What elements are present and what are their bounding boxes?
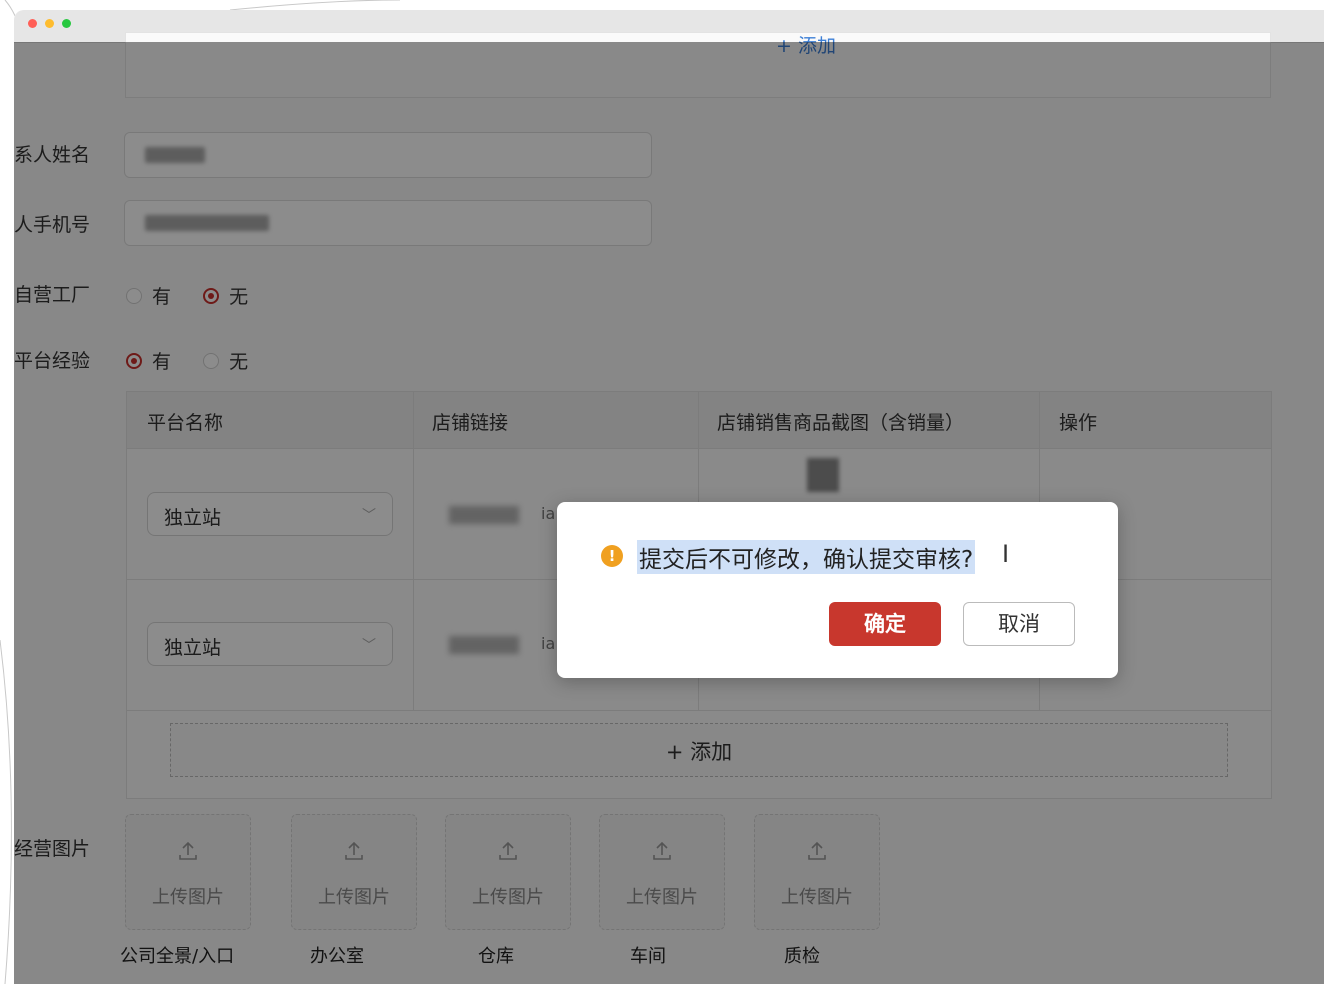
cancel-button[interactable]: 取消	[963, 602, 1075, 646]
minimize-window-button[interactable]	[45, 19, 54, 28]
confirm-dialog: ! 提交后不可修改，确认提交审核? I 确定 取消	[557, 502, 1118, 678]
confirm-button[interactable]: 确定	[829, 602, 941, 646]
text-cursor-icon: I	[1002, 540, 1010, 568]
maximize-window-button[interactable]	[62, 19, 71, 28]
warning-icon: !	[601, 545, 623, 567]
close-window-button[interactable]	[28, 19, 37, 28]
dialog-message: 提交后不可修改，确认提交审核?	[637, 540, 976, 574]
